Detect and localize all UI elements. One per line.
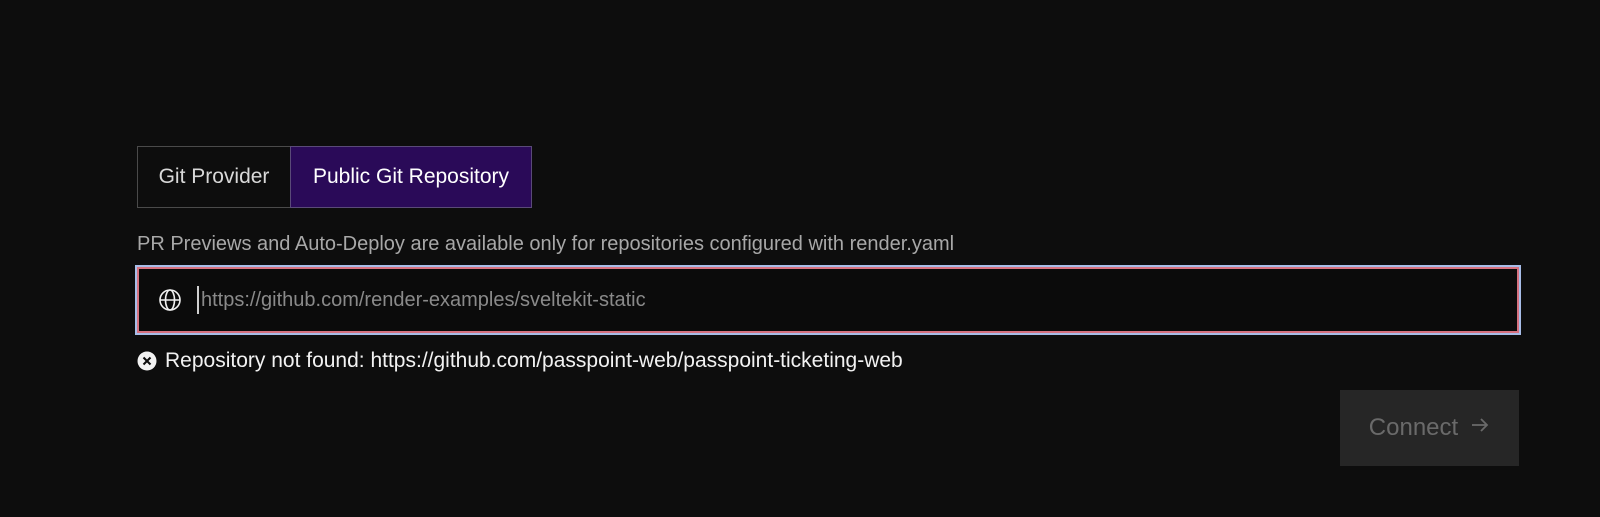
repo-url-input[interactable] xyxy=(197,286,1517,314)
error-text: Repository not found: https://github.com… xyxy=(165,349,903,372)
globe-icon xyxy=(157,287,183,313)
repo-url-field[interactable] xyxy=(137,267,1519,333)
source-tabs: Git Provider Public Git Repository xyxy=(137,146,1519,208)
connect-label: Connect xyxy=(1368,414,1459,441)
arrow-right-icon xyxy=(1470,414,1490,442)
actions-bar: Connect xyxy=(1340,390,1519,466)
tab-public-git-repository[interactable]: Public Git Repository xyxy=(290,146,532,208)
tab-git-provider[interactable]: Git Provider xyxy=(137,146,290,208)
error-message: Repository not found: https://github.com… xyxy=(137,349,1519,373)
render-yaml-hint: PR Previews and Auto-Deploy are availabl… xyxy=(137,233,955,255)
repository-source-panel: Git Provider Public Git Repository PR Pr… xyxy=(137,146,1519,373)
error-x-circle-icon xyxy=(137,351,157,371)
connect-button[interactable]: Connect xyxy=(1340,390,1519,466)
